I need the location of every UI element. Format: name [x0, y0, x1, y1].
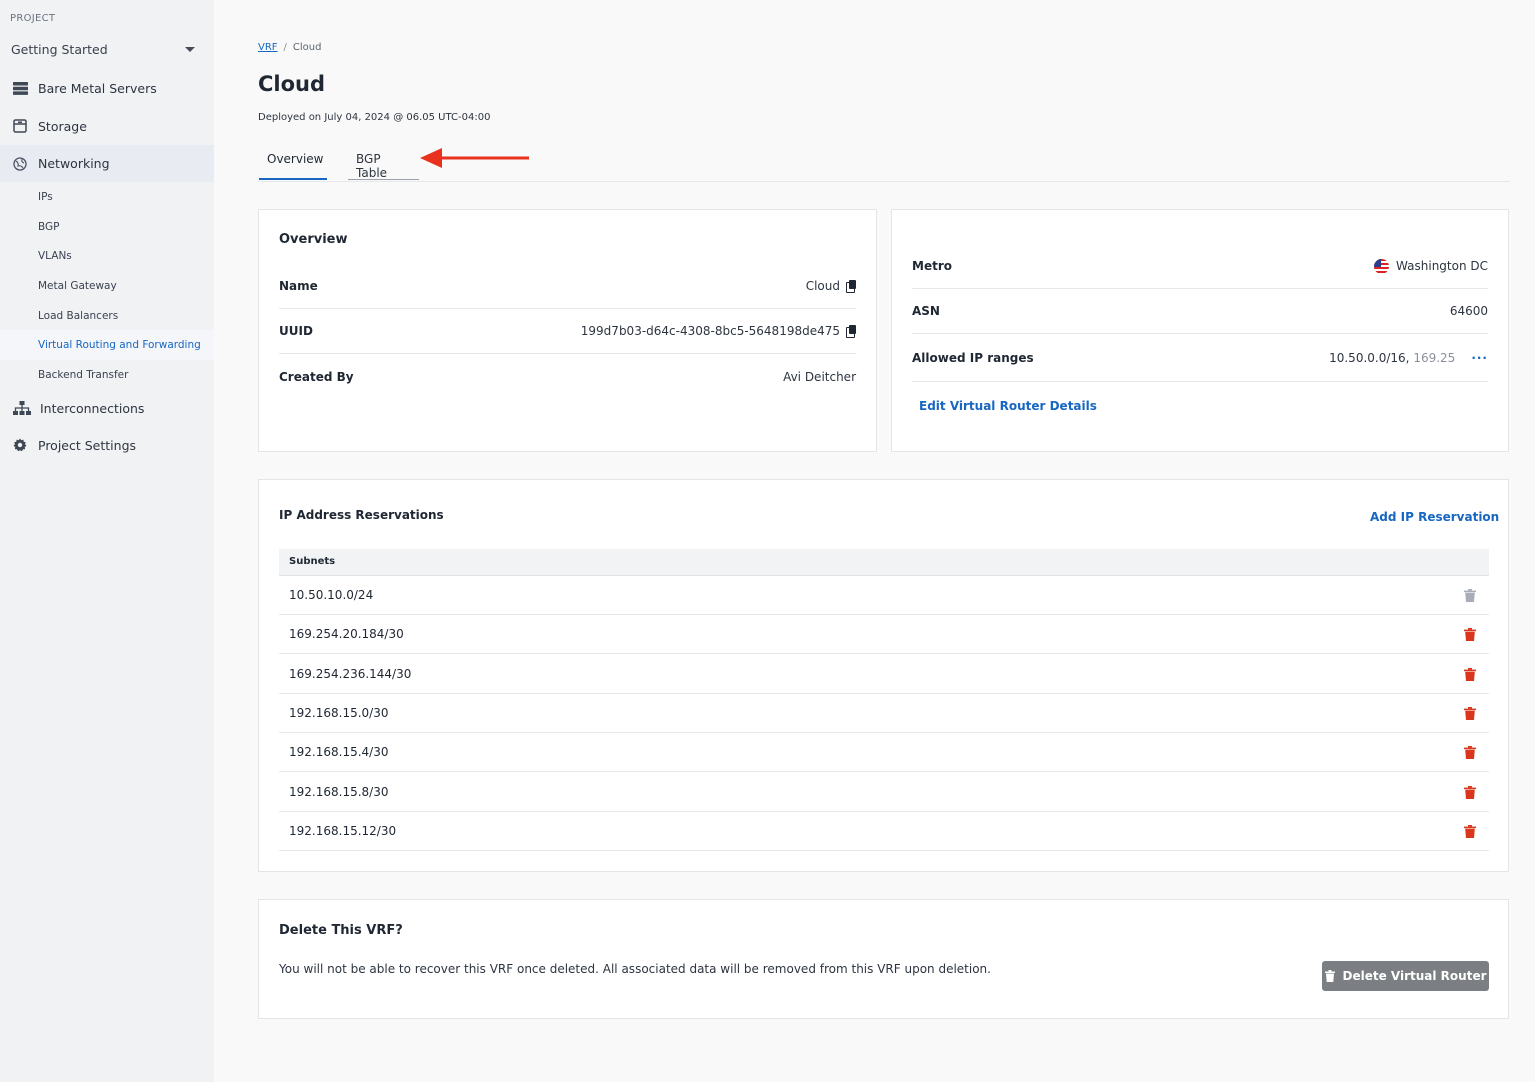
subnet-value: 192.168.15.8/30 [289, 785, 389, 799]
storage-icon [12, 118, 28, 134]
sidebar-item-label: Project Settings [38, 437, 137, 453]
ip-reservations-title: IP Address Reservations [279, 508, 444, 522]
subnet-value: 169.254.20.184/30 [289, 627, 404, 641]
metro-row: Metro Washington DC [912, 244, 1488, 289]
us-flag-icon [1374, 258, 1390, 274]
sidebar-item-label: Storage [38, 118, 87, 134]
subnets-column-header: Subnets [279, 549, 1489, 576]
subnet-value: 192.168.15.4/30 [289, 745, 389, 759]
deployed-timestamp: Deployed on July 04, 2024 @ 06.05 UTC-04… [258, 112, 491, 123]
table-row: 192.168.15.0/30 [279, 694, 1489, 733]
hierarchy-icon [12, 400, 31, 416]
asn-label: ASN [912, 304, 940, 318]
sidebar-item-bare-metal-servers[interactable]: Bare Metal Servers [0, 73, 214, 103]
table-row: 169.254.20.184/30 [279, 615, 1489, 654]
overview-title: Overview [279, 232, 348, 247]
sidebar-subitem-ips[interactable]: IPs [38, 191, 53, 203]
add-ip-reservation-link[interactable]: Add IP Reservation [1370, 510, 1499, 524]
server-icon [12, 80, 28, 96]
name-value: Cloud [805, 279, 840, 293]
project-name: Getting Started [11, 41, 108, 57]
trash-icon [1324, 970, 1335, 982]
uuid-value: 199d7b03-d64c-4308-8bc5-5648198de475 [580, 324, 840, 338]
project-label: PROJECT [10, 13, 56, 24]
allowed-ranges-value: 10.50.0.0/16, [1329, 350, 1410, 365]
tab-bgp-table[interactable]: BGP Table [348, 144, 419, 180]
delete-vrf-card: Delete This VRF? You will not be able to… [258, 899, 1509, 1019]
ip-reservations-card: IP Address Reservations Add IP Reservati… [258, 479, 1509, 872]
sidebar-subitem-backend-transfer[interactable]: Backend Transfer [38, 369, 128, 381]
subnet-value: 192.168.15.12/30 [289, 824, 397, 838]
trash-icon[interactable] [1464, 785, 1476, 799]
breadcrumb-current: Cloud [292, 42, 322, 53]
name-label: Name [279, 279, 318, 293]
edit-router-link[interactable]: Edit Virtual Router Details [919, 399, 1097, 413]
sidebar-item-networking[interactable]: Networking [0, 145, 214, 182]
page-title: Cloud [258, 72, 326, 96]
allowed-ranges-row: Allowed IP ranges 10.50.0.0/16, 169.25 ··… [912, 334, 1488, 382]
delete-title: Delete This VRF? [279, 923, 403, 938]
sidebar-item-project-settings[interactable]: Project Settings [0, 430, 214, 460]
copy-icon[interactable] [846, 325, 856, 338]
overview-row-created-by: Created By Avi Deitcher [279, 354, 856, 399]
more-options-icon[interactable]: ··· [1471, 351, 1488, 365]
sidebar-item-label: Bare Metal Servers [38, 80, 157, 96]
sidebar-item-interconnections[interactable]: Interconnections [0, 393, 214, 423]
allowed-ranges-truncated: 169.25 [1413, 350, 1456, 365]
subnet-value: 10.50.10.0/24 [289, 588, 374, 602]
created-by-label: Created By [279, 369, 354, 384]
asn-row: ASN 64600 [912, 289, 1488, 334]
metro-value: Washington DC [1396, 259, 1488, 273]
table-row: 169.254.236.144/30 [279, 655, 1489, 694]
annotation-arrow-icon [420, 148, 529, 168]
gear-icon [12, 437, 28, 453]
project-selector[interactable]: Getting Started [11, 40, 197, 58]
trash-icon[interactable] [1464, 824, 1476, 838]
table-row: 192.168.15.8/30 [279, 773, 1489, 812]
sidebar-item-storage[interactable]: Storage [0, 111, 214, 141]
allowed-ranges-label: Allowed IP ranges [912, 350, 1034, 365]
globe-icon [12, 156, 28, 172]
breadcrumb-separator: / [283, 42, 287, 53]
delete-description: You will not be able to recover this VRF… [279, 962, 991, 976]
created-by-value: Avi Deitcher [783, 369, 856, 384]
tab-overview[interactable]: Overview [259, 144, 327, 180]
sidebar-item-label: Interconnections [40, 400, 145, 416]
overview-row-uuid: UUID 199d7b03-d64c-4308-8bc5-5648198de47… [279, 309, 856, 354]
main-content: VRF / Cloud Cloud Deployed on July 04, 202… [214, 0, 1535, 1082]
table-row: 10.50.10.0/24 [279, 576, 1489, 615]
delete-virtual-router-button[interactable]: Delete Virtual Router [1322, 961, 1489, 991]
sidebar-item-label: Networking [38, 156, 110, 171]
table-row: 192.168.15.12/30 [279, 812, 1489, 851]
delete-button-label: Delete Virtual Router [1342, 969, 1487, 983]
trash-icon[interactable] [1464, 667, 1476, 681]
overview-row-name: Name Cloud [279, 264, 856, 309]
sidebar-subitem-vrf[interactable]: Virtual Routing and Forwarding [38, 339, 201, 351]
sidebar-subitem-bgp[interactable]: BGP [38, 221, 60, 233]
asn-value: 64600 [1449, 304, 1488, 318]
copy-icon[interactable] [846, 280, 856, 293]
breadcrumb: VRF / Cloud [258, 42, 322, 53]
sidebar-subitem-vlans[interactable]: VLANs [38, 250, 72, 262]
subnet-value: 192.168.15.0/30 [289, 706, 389, 720]
subnet-value: 169.254.236.144/30 [289, 667, 412, 681]
sidebar-subitem-metal-gateway[interactable]: Metal Gateway [38, 280, 117, 292]
trash-icon[interactable] [1464, 627, 1476, 641]
table-row: 192.168.15.4/30 [279, 733, 1489, 772]
overview-card: Overview Name Cloud UUID 199d7b03-d64c-4… [258, 209, 877, 452]
sidebar-subitem-load-balancers[interactable]: Load Balancers [38, 310, 118, 322]
trash-icon[interactable] [1464, 588, 1476, 602]
metro-label: Metro [912, 259, 952, 273]
trash-icon[interactable] [1464, 706, 1476, 720]
sidebar: PROJECT Getting Started Bare Metal Serve… [0, 0, 214, 1082]
uuid-label: UUID [279, 324, 313, 338]
router-details-card: Metro Washington DC ASN 64600 Allowed IP… [891, 209, 1509, 452]
breadcrumb-vrf-link[interactable]: VRF [258, 42, 278, 53]
chevron-down-icon [185, 46, 195, 52]
trash-icon[interactable] [1464, 745, 1476, 759]
